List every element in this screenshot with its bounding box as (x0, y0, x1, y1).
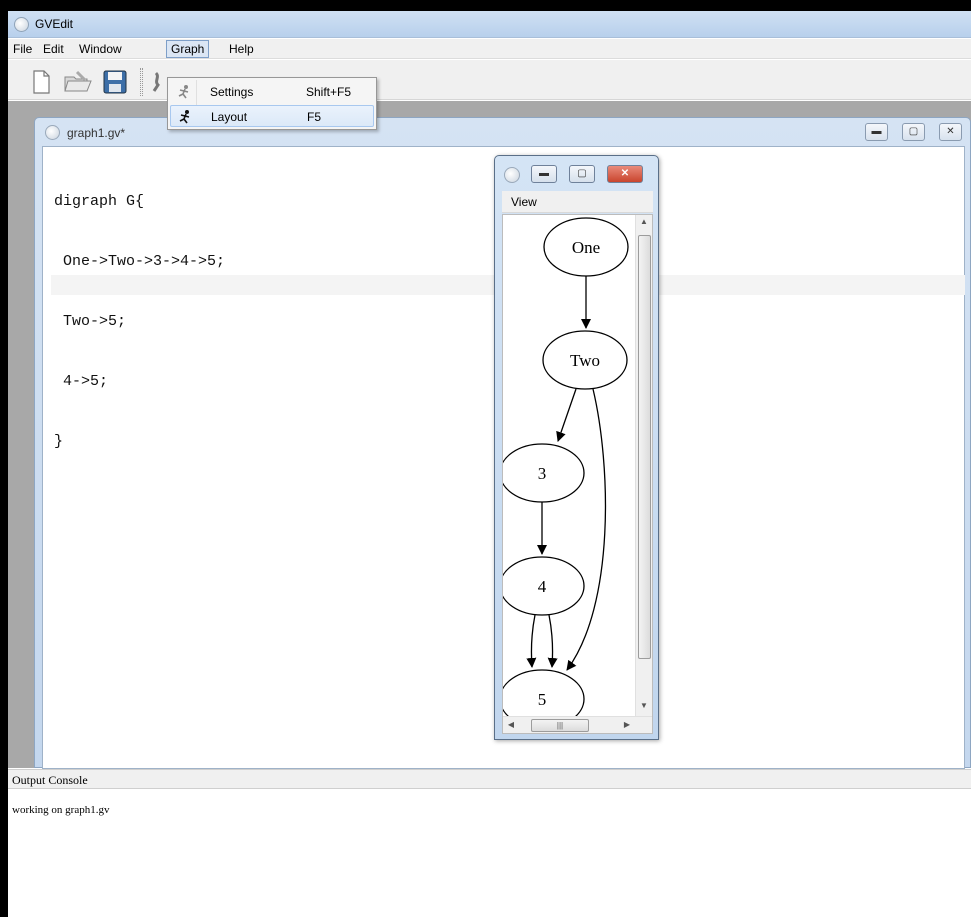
edge-two-5 (566, 388, 607, 671)
graph-canvas[interactable]: One Two 3 4 5 ▲ ▼ ◀ ||| ▶ (502, 214, 653, 734)
app-logo-icon (14, 17, 29, 32)
menu-window[interactable]: Window (75, 41, 126, 57)
view-maximize-button[interactable]: ▢ (569, 165, 595, 183)
graph-drawing: One Two 3 4 5 (503, 217, 629, 718)
output-console-header: Output Console (8, 769, 971, 789)
horizontal-scroll-thumb[interactable]: ||| (531, 719, 589, 732)
menu-edit[interactable]: Edit (39, 41, 68, 57)
gvedit-main-window: GVEdit File Edit Window Graph Help graph… (8, 11, 971, 917)
graph-node-label: Two (570, 351, 600, 370)
horizontal-scrollbar[interactable]: ◀ ||| ▶ (503, 716, 652, 733)
graph-node: 4 (503, 556, 585, 616)
menu-item-shortcut: Shift+F5 (306, 85, 352, 99)
settings-runner-icon (176, 84, 192, 100)
new-file-icon[interactable] (28, 69, 54, 95)
layout-runner-icon (177, 109, 193, 125)
graph-menu-dropdown: Settings Shift+F5 Layout F5 (167, 77, 377, 130)
scroll-up-arrow-icon[interactable]: ▲ (636, 217, 652, 226)
menu-item-settings[interactable]: Settings Shift+F5 (170, 81, 374, 103)
scroll-down-arrow-icon[interactable]: ▼ (636, 701, 652, 710)
graph-node: 3 (503, 443, 585, 503)
code-line: } (54, 433, 64, 450)
graph-node-label: One (572, 238, 600, 257)
document-app-icon (45, 125, 60, 140)
scroll-right-arrow-icon[interactable]: ▶ (619, 720, 635, 729)
view-minimize-button[interactable]: ▬ (531, 165, 557, 183)
document-close-button[interactable]: ✕ (939, 123, 962, 141)
edge-4-5-b (547, 614, 558, 668)
output-console-text: working on graph1.gv (12, 804, 110, 816)
code-line: One->Two->3->4->5; (54, 253, 226, 270)
graph-view-window: ▬ ▢ ✕ View One Two 3 4 5 ▲ ▼ ◀ ||| ▶ (494, 155, 659, 740)
output-console-body[interactable]: working on graph1.gv (8, 790, 971, 917)
view-menu-bar: View (502, 191, 653, 213)
graph-node: 5 (503, 669, 585, 718)
menu-file[interactable]: File (9, 41, 36, 57)
edge-two-3 (556, 388, 577, 442)
view-app-icon (504, 167, 520, 183)
document-maximize-button[interactable]: ▢ (902, 123, 925, 141)
graph-node: One (543, 217, 629, 277)
toolbar (8, 60, 971, 100)
menu-item-label: Settings (210, 85, 254, 99)
vertical-scroll-thumb[interactable] (638, 235, 651, 659)
open-folder-icon[interactable] (63, 69, 92, 95)
code-line: Two->5; (54, 313, 127, 330)
mdi-area: graph1.gv* ▬ ▢ ✕ digraph G{ One->Two->3-… (8, 101, 971, 769)
view-menu[interactable]: View (511, 195, 537, 209)
menu-bar: File Edit Window Graph Help (8, 39, 971, 59)
menu-help[interactable]: Help (225, 41, 258, 57)
graph-node: Two (542, 330, 628, 390)
vertical-scrollbar[interactable]: ▲ ▼ (635, 215, 652, 718)
save-disk-icon[interactable] (102, 69, 128, 95)
menu-graph[interactable]: Graph (166, 40, 210, 58)
document-title: graph1.gv* (67, 126, 126, 140)
graph-node-label: 3 (538, 464, 547, 483)
menu-item-layout[interactable]: Layout F5 (170, 105, 374, 127)
document-minimize-button[interactable]: ▬ (865, 123, 888, 141)
code-line: digraph G{ (54, 193, 145, 210)
edge-4-5-a (526, 614, 537, 668)
view-close-button[interactable]: ✕ (607, 165, 643, 183)
graph-node-label: 4 (538, 577, 547, 596)
code-line: 4->5; (54, 373, 109, 390)
menu-item-shortcut: F5 (307, 110, 322, 124)
toolbar-separator (140, 68, 143, 96)
code-text: digraph G{ One->Two->3->4->5; Two->5; 4-… (54, 152, 225, 492)
graph-node-label: 5 (538, 690, 547, 709)
scroll-left-arrow-icon[interactable]: ◀ (503, 720, 519, 729)
app-title: GVEdit (35, 17, 74, 31)
menu-item-label: Layout (211, 110, 248, 124)
output-console-title: Output Console (12, 773, 88, 787)
main-title-bar[interactable]: GVEdit (8, 11, 971, 38)
